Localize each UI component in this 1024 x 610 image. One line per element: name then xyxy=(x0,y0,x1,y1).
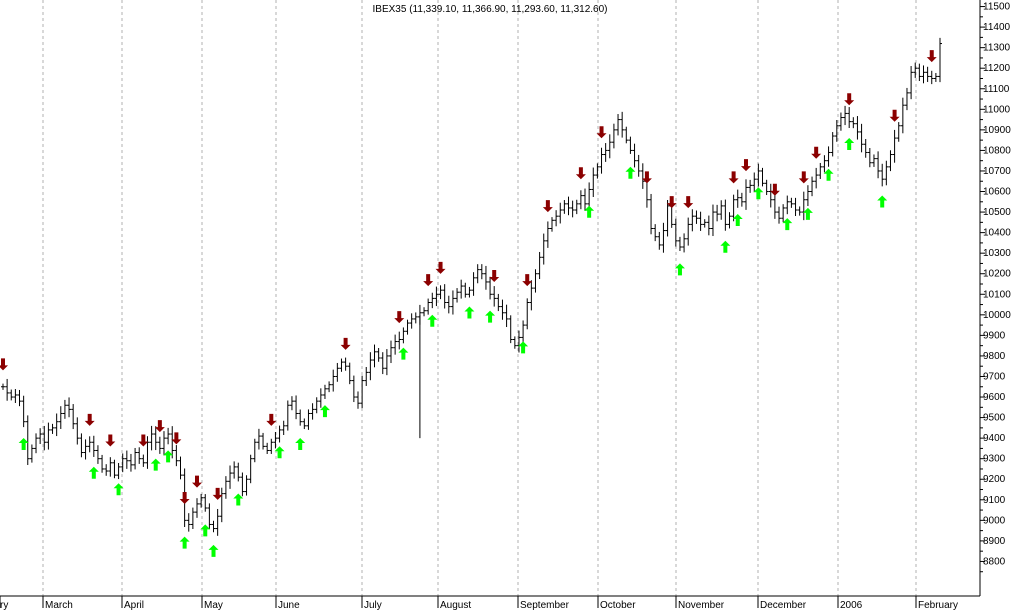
y-tick-label: 8900 xyxy=(983,536,1006,547)
y-tick-label: 9100 xyxy=(983,495,1006,506)
x-tick-label: October xyxy=(600,600,636,610)
y-tick-label: 9600 xyxy=(983,392,1006,403)
y-tick-label: 11300 xyxy=(983,43,1011,54)
price-chart: 8800 8900 9000 9100 9200 9300 9400 9500 9600 9700… xyxy=(0,0,1011,610)
y-tick-label: 11000 xyxy=(983,104,1011,115)
y-tick-label: 11400 xyxy=(983,22,1011,33)
y-tick-label: 9200 xyxy=(983,474,1006,485)
x-tick-label: November xyxy=(678,600,725,610)
y-tick-label: 10900 xyxy=(983,125,1011,136)
y-tick-label: 9700 xyxy=(983,371,1006,382)
x-axis-ticks: ry March April May June July August September Oc… xyxy=(0,596,958,610)
x-tick-label: April xyxy=(124,600,144,610)
y-tick-label: 11100 xyxy=(983,84,1010,95)
y-tick-label: 10800 xyxy=(983,145,1011,156)
y-tick-label: 10700 xyxy=(983,166,1011,177)
y-tick-label: 9300 xyxy=(983,454,1006,465)
y-tick-label: 10300 xyxy=(983,248,1011,259)
chart-title: IBEX35 (11,339.10, 11,366.90, 11,293.60,… xyxy=(373,4,608,15)
x-tick-label: August xyxy=(440,600,471,610)
y-tick-label: 10600 xyxy=(983,187,1011,198)
x-tick-label: ry xyxy=(0,600,8,610)
y-tick-label: 10200 xyxy=(983,269,1011,280)
x-tick-label: March xyxy=(45,600,73,610)
x-tick-label: February xyxy=(918,600,958,610)
y-tick-label: 10400 xyxy=(983,228,1011,239)
y-tick-label: 8800 xyxy=(983,556,1006,567)
x-tick-label: July xyxy=(364,600,382,610)
y-tick-label: 10500 xyxy=(983,207,1011,218)
y-tick-label: 10000 xyxy=(983,310,1011,321)
y-tick-label: 10100 xyxy=(983,289,1011,300)
x-tick-label: 2006 xyxy=(840,600,863,610)
y-tick-label: 11200 xyxy=(983,63,1011,74)
x-tick-label: May xyxy=(204,600,223,610)
y-tick-label: 11500 xyxy=(983,2,1011,13)
x-tick-label: June xyxy=(278,600,300,610)
y-tick-label: 9900 xyxy=(983,330,1006,341)
y-tick-label: 9800 xyxy=(983,351,1006,362)
x-tick-label: September xyxy=(520,600,570,610)
y-tick-label: 9400 xyxy=(983,433,1006,444)
y-tick-label: 9500 xyxy=(983,413,1006,424)
x-tick-label: December xyxy=(760,600,807,610)
y-tick-label: 9000 xyxy=(983,515,1006,526)
y-axis-ticks: 8800 8900 9000 9100 9200 9300 9400 9500 9600 9700… xyxy=(980,2,1011,573)
